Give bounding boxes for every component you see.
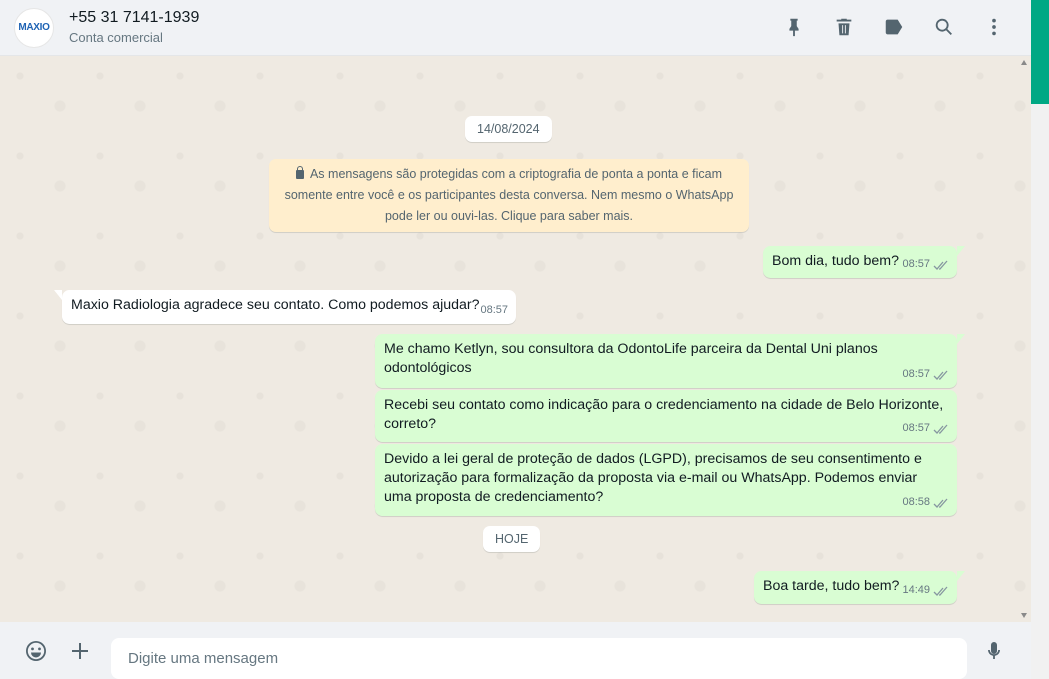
chat-header: MAXIO +55 31 7141-1939 Conta comercial [0, 0, 1031, 56]
message-outgoing[interactable]: Devido a lei geral de proteção de dados … [375, 444, 957, 516]
double-check-icon [933, 259, 949, 270]
encryption-notice[interactable]: As mensagens são protegidas com a cripto… [269, 159, 749, 232]
emoji-icon[interactable] [23, 638, 49, 664]
search-icon[interactable] [931, 14, 957, 40]
avatar[interactable]: MAXIO [14, 7, 54, 48]
message-outgoing[interactable]: Me chamo Ketlyn, sou consultora da Odont… [375, 334, 965, 388]
message-outgoing[interactable]: Recebi seu contato como indicação para o… [375, 390, 957, 442]
message-time: 08:57 [902, 258, 930, 270]
mic-icon[interactable] [981, 638, 1007, 664]
message-input[interactable] [111, 638, 967, 679]
message-outgoing[interactable]: Bom dia, tudo bem? 08:57 [763, 246, 965, 278]
message-meta: 08:57 [480, 301, 508, 320]
message-time: 08:57 [902, 422, 930, 434]
message-text: Devido a lei geral de proteção de dados … [384, 451, 922, 505]
attach-plus-icon[interactable] [67, 638, 93, 664]
message-time: 08:58 [902, 496, 930, 508]
message-text: Boa tarde, tudo bem? [763, 578, 900, 594]
label-icon[interactable] [881, 14, 907, 40]
menu-icon[interactable] [981, 14, 1007, 40]
message-outgoing[interactable]: Boa tarde, tudo bem? 14:49 [754, 571, 965, 604]
lock-icon [295, 166, 304, 179]
double-check-icon [933, 369, 949, 380]
scrollbar-thumb[interactable] [1031, 0, 1049, 104]
message-meta: 08:57 [902, 255, 949, 274]
double-check-icon [933, 497, 949, 508]
message-text: Me chamo Ketlyn, sou consultora da Odont… [384, 341, 878, 376]
message-time: 08:57 [480, 304, 508, 316]
message-time: 08:57 [902, 368, 930, 380]
chat-panel[interactable]: 14/08/2024 As mensagens são protegidas c… [0, 56, 1031, 622]
message-meta: 08:58 [902, 493, 949, 512]
encryption-text: As mensagens são protegidas com a cripto… [284, 167, 734, 223]
message-incoming[interactable]: Maxio Radiologia agradece seu contato. C… [54, 290, 516, 324]
pin-icon[interactable] [781, 14, 807, 40]
message-text: Maxio Radiologia agradece seu contato. C… [71, 297, 480, 313]
date-separator: 14/08/2024 [465, 116, 552, 142]
scroll-up-arrow[interactable] [1021, 60, 1027, 65]
scroll-down-arrow[interactable] [1021, 613, 1027, 618]
contact-subtitle: Conta comercial [69, 29, 163, 45]
message-time: 14:49 [902, 584, 930, 596]
double-check-icon [933, 585, 949, 596]
avatar-logo-text: MAXIO [18, 22, 50, 33]
message-text: Recebi seu contato como indicação para o… [384, 397, 944, 432]
header-actions [781, 14, 1007, 40]
contact-info[interactable]: +55 31 7141-1939 Conta comercial [69, 8, 199, 48]
message-meta: 14:49 [902, 581, 949, 600]
message-meta: 08:57 [902, 365, 949, 384]
delete-icon[interactable] [831, 14, 857, 40]
message-text: Bom dia, tudo bem? [772, 253, 899, 269]
double-check-icon [933, 423, 949, 434]
page-scrollbar[interactable] [1031, 0, 1049, 679]
contact-name: +55 31 7141-1939 [69, 8, 200, 26]
message-meta: 08:57 [902, 419, 949, 438]
date-separator: HOJE [483, 526, 541, 552]
